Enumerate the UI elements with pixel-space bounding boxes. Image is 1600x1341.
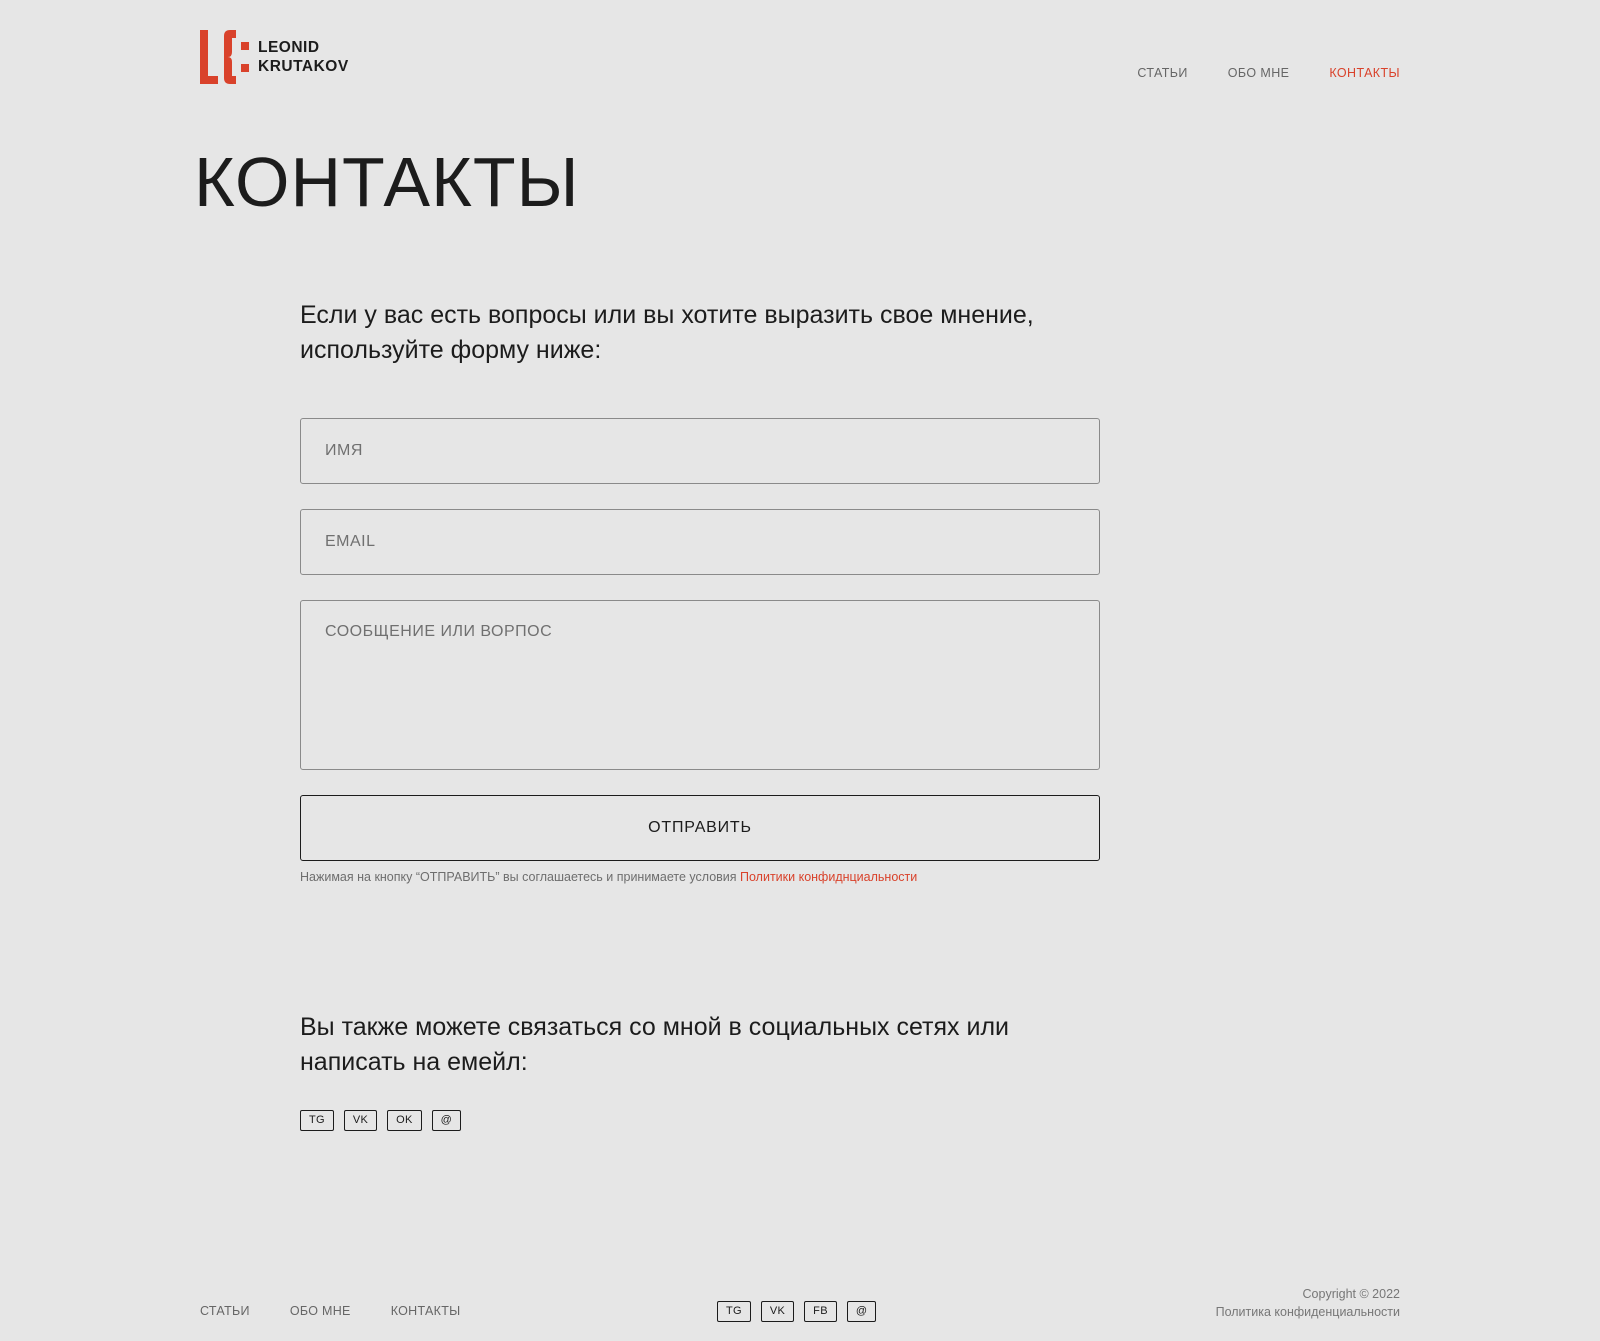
name-input[interactable] xyxy=(300,418,1100,484)
footer-privacy-link[interactable]: Политика конфиденциальности xyxy=(1216,1303,1400,1321)
message-textarea[interactable] xyxy=(300,600,1100,770)
footer-nav: СТАТЬИ ОБО МНЕ КОНТАКТЫ xyxy=(200,1304,461,1318)
footer-vk-link[interactable]: VK xyxy=(760,1301,795,1322)
logo-line-2: KRUTAKOV xyxy=(258,58,349,75)
kf-monogram-icon xyxy=(200,30,249,84)
site-header: LEONID KRUTAKOV СТАТЬИ ОБО МНЕ КОНТАКТЫ xyxy=(200,30,1400,84)
nav-item-articles[interactable]: СТАТЬИ xyxy=(1137,66,1187,80)
footer-nav-about[interactable]: ОБО МНЕ xyxy=(290,1304,351,1318)
nav-item-about[interactable]: ОБО МНЕ xyxy=(1228,66,1290,80)
privacy-policy-link[interactable]: Политики конфиднциальности xyxy=(740,870,917,884)
site-logo[interactable]: LEONID KRUTAKOV xyxy=(200,30,349,84)
copyright-text: Copyright © 2022 xyxy=(1302,1287,1400,1301)
vk-link[interactable]: VK xyxy=(343,1110,378,1131)
footer-social-links: TG VK FB @ xyxy=(717,1301,877,1322)
form-intro: Если у вас есть вопросы или вы хотите вы… xyxy=(300,301,1034,364)
footer-legal: Copyright © 2022 Политика конфиденциальн… xyxy=(1216,1285,1400,1321)
email-input[interactable] xyxy=(300,509,1100,575)
ok-link[interactable]: OK xyxy=(387,1110,422,1131)
footer-nav-contacts[interactable]: КОНТАКТЫ xyxy=(391,1304,461,1318)
footer-nav-articles[interactable]: СТАТЬИ xyxy=(200,1304,250,1318)
consent-text: Нажимая на кнопку “ОТПРАВИТЬ” вы соглаша… xyxy=(300,870,741,884)
main-nav: СТАТЬИ ОБО МНЕ КОНТАКТЫ xyxy=(1137,66,1400,80)
logo-wordmark: LEONID KRUTAKOV xyxy=(258,38,349,76)
email-link[interactable]: @ xyxy=(431,1110,462,1131)
social-intro: Вы также можете связаться со мной в соци… xyxy=(300,1013,1010,1076)
telegram-link[interactable]: TG xyxy=(300,1110,334,1131)
nav-item-contacts[interactable]: КОНТАКТЫ xyxy=(1329,66,1400,80)
footer-fb-link[interactable]: FB xyxy=(804,1301,837,1322)
logo-line-1: LEONID xyxy=(258,39,320,56)
footer-telegram-link[interactable]: TG xyxy=(717,1301,751,1322)
consent-note: Нажимая на кнопку “ОТПРАВИТЬ” вы соглаша… xyxy=(300,870,917,884)
social-links: TG VK OK @ xyxy=(300,1110,462,1131)
submit-button[interactable]: ОТПРАВИТЬ xyxy=(300,795,1100,861)
page-title: КОНТАКТЫ xyxy=(194,143,580,221)
footer-email-link[interactable]: @ xyxy=(846,1301,877,1322)
